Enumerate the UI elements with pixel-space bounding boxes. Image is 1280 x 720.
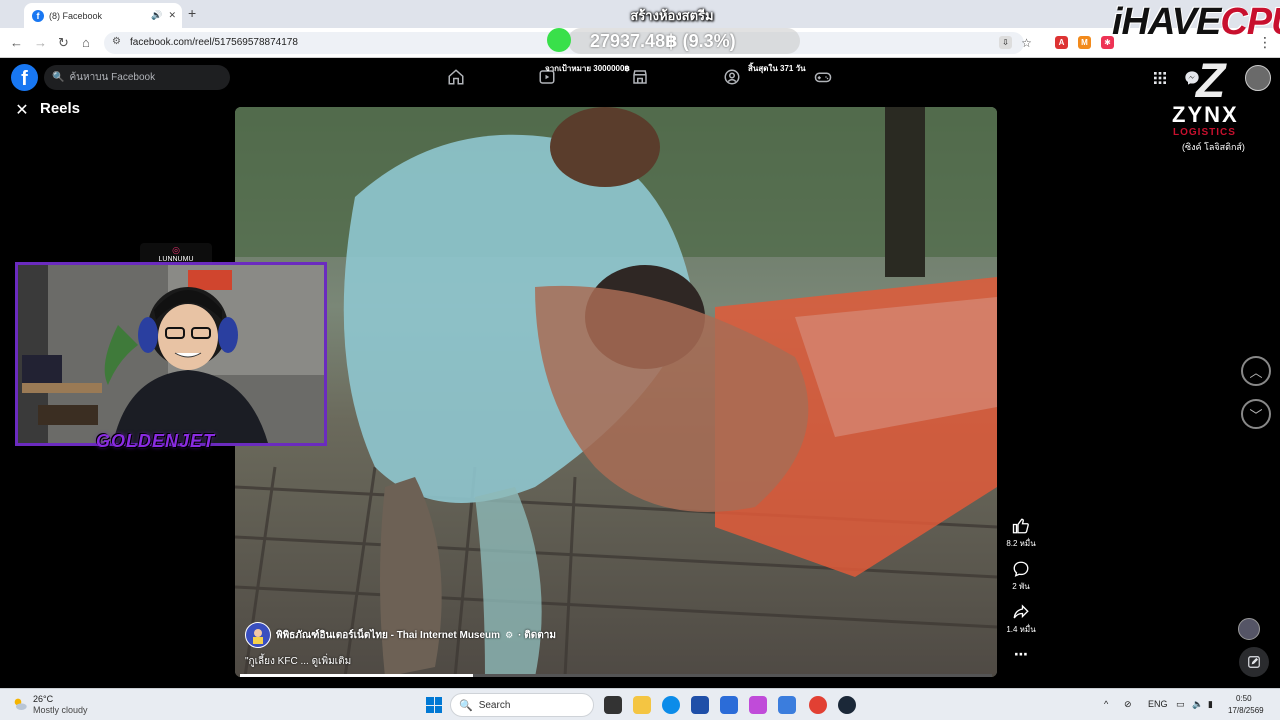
forward-icon[interactable]: →	[34, 35, 47, 50]
tray-overflow-icon[interactable]: ^	[1104, 699, 1108, 709]
profile-avatar[interactable]	[1245, 65, 1271, 91]
webcam-overlay	[15, 262, 327, 446]
gaming-nav-icon[interactable]	[814, 68, 832, 86]
more-options-icon[interactable]: ⋯	[1000, 646, 1042, 663]
compose-icon	[1248, 656, 1260, 668]
screen: f (8) Facebook 🔊 ✕ + สร้างห้องสตรีม ← → …	[0, 0, 1280, 720]
instagram-icon: ◎	[172, 245, 180, 255]
groups-nav-icon[interactable]	[723, 68, 741, 86]
webcam-image	[18, 265, 324, 443]
comment-icon[interactable]	[1012, 560, 1030, 578]
taskbar-search[interactable]: 🔍 Search	[450, 693, 594, 717]
home-icon[interactable]: ⌂	[82, 35, 90, 50]
search-icon: 🔍	[459, 699, 473, 712]
share-icon[interactable]	[1012, 603, 1030, 621]
video-progress-bar[interactable]	[240, 674, 992, 677]
edge-icon[interactable]	[662, 696, 680, 714]
follow-button[interactable]: · ติดตาม	[518, 628, 556, 643]
contact-avatar[interactable]	[1238, 618, 1260, 640]
clock-date[interactable]: 17/8/2569	[1228, 706, 1264, 715]
browser-tab[interactable]: f (8) Facebook 🔊 ✕	[24, 3, 182, 28]
back-icon[interactable]: ←	[10, 35, 23, 50]
site-info-icon[interactable]: ⚙	[112, 36, 121, 47]
facebook-logo-icon[interactable]: f	[11, 64, 38, 91]
stream-title: สร้างห้องสตรีม	[630, 8, 714, 23]
tab-title: (8) Facebook	[49, 10, 103, 21]
weather-cloud-icon[interactable]	[12, 696, 28, 712]
like-icon[interactable]	[1012, 517, 1030, 535]
zynx-logo-sub: LOGISTICS	[1173, 127, 1236, 138]
windows-start-icon[interactable]	[426, 697, 442, 713]
poster-avatar[interactable]	[245, 622, 271, 648]
reel-video[interactable]	[235, 107, 997, 677]
status-dot	[547, 28, 571, 52]
zynx-logo-letter: Z	[1196, 55, 1226, 108]
url-text[interactable]: facebook.com/reel/517569578874178	[130, 37, 298, 48]
video-progress-fill	[240, 674, 474, 677]
previous-reel-button[interactable]: ︿	[1241, 356, 1271, 386]
search-icon: 🔍	[52, 72, 65, 83]
speaker-icon[interactable]: 🔊	[151, 10, 162, 21]
facebook-search-input[interactable]: 🔍 ค้นหาบน Facebook	[44, 65, 230, 90]
zynx-logo-name: ZYNX	[1172, 102, 1239, 127]
display-icon[interactable]: ▭	[1176, 699, 1185, 710]
language-indicator[interactable]: ENG	[1148, 699, 1168, 709]
file-explorer-icon[interactable]	[633, 696, 651, 714]
comment-count: 2 พัน	[1012, 582, 1030, 591]
weather-temperature[interactable]: 26°C	[33, 694, 53, 704]
copilot-icon[interactable]	[749, 696, 767, 714]
search-placeholder: ค้นหาบน Facebook	[69, 72, 156, 83]
menu-grid-icon[interactable]	[1149, 67, 1171, 89]
marketplace-nav-icon[interactable]	[631, 68, 649, 86]
app-icon[interactable]	[691, 696, 709, 714]
comment-action[interactable]: 2 พัน	[1000, 560, 1042, 593]
chrome-icon[interactable]	[809, 696, 827, 714]
streamer-name: GOLDENJET	[96, 431, 216, 451]
windows-taskbar: 26°C Mostly cloudy 🔍 Search ^ ⊘ ENG ▭ 🔈 …	[0, 688, 1280, 720]
store-icon[interactable]	[720, 696, 738, 714]
close-tab-icon[interactable]: ✕	[168, 10, 176, 21]
bookmark-star-icon[interactable]: ☆	[1020, 36, 1033, 50]
poster-name[interactable]: พิพิธภัณฑ์อินเตอร์เน็ตไทย - Thai Interne…	[276, 628, 500, 643]
battery-icon[interactable]: ▮	[1208, 699, 1213, 710]
taskbar-search-label: Search	[478, 699, 511, 711]
new-message-button[interactable]	[1239, 647, 1269, 677]
like-count: 8.2 หมื่น	[1006, 539, 1036, 548]
volume-icon[interactable]: 🔈	[1192, 699, 1203, 710]
like-action[interactable]: 8.2 หมื่น	[1000, 517, 1042, 550]
verified-badge-icon: ⚙	[505, 629, 514, 640]
price-readout: 27937.48฿ (9.3%)	[590, 31, 736, 51]
zynx-logo-thai: (ซิงค์ โลจิสติกส์)	[1182, 142, 1245, 152]
new-tab-button[interactable]: +	[188, 5, 196, 21]
adblock-extension-icon[interactable]: A	[1055, 36, 1068, 49]
metamask-extension-icon[interactable]: M	[1078, 36, 1091, 49]
weather-description[interactable]: Mostly cloudy	[33, 705, 88, 715]
share-action[interactable]: 1.4 หมื่น	[1000, 603, 1042, 636]
poster-row: พิพิธภัณฑ์อินเตอร์เน็ตไทย - Thai Interne…	[245, 622, 556, 648]
video-frame-image	[235, 107, 997, 677]
next-reel-button[interactable]: ﹀	[1241, 399, 1271, 429]
task-view-icon[interactable]	[604, 696, 622, 714]
clock-time[interactable]: 0:50	[1236, 694, 1252, 703]
reload-icon[interactable]: ↻	[58, 35, 69, 51]
home-nav-icon[interactable]	[447, 68, 465, 86]
outlook-icon[interactable]	[778, 696, 796, 714]
install-app-icon[interactable]: ⇩	[999, 36, 1012, 49]
goal-text: จากเป้าหมาย 3000000฿	[545, 64, 630, 73]
close-reels-icon[interactable]: ✕	[11, 99, 33, 121]
share-count: 1.4 หมื่น	[1006, 625, 1036, 634]
reel-caption[interactable]: "กูเลี้ยง KFC ... ดูเพิ่มเติม	[245, 654, 351, 669]
network-off-icon[interactable]: ⊘	[1124, 699, 1132, 710]
reels-title: Reels	[40, 100, 81, 117]
ihavecpu-logo: iHAVECPU	[1112, 1, 1280, 43]
days-left-text: สิ้นสุดใน 371 วัน	[748, 64, 806, 73]
facebook-favicon-icon: f	[32, 9, 44, 22]
steam-icon[interactable]	[838, 696, 856, 714]
facebook-top-bar: f 🔍 ค้นหาบน Facebook	[0, 58, 1280, 96]
